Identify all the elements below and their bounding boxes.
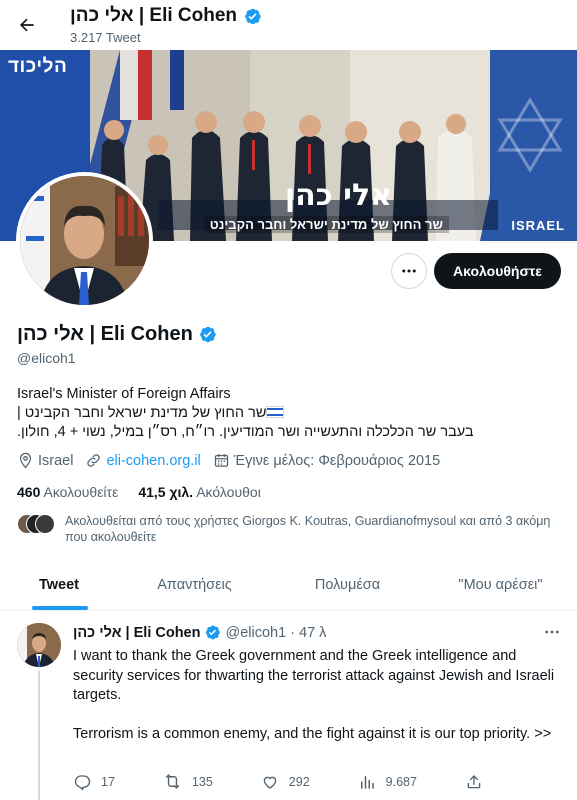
tweet-avatar[interactable] <box>17 623 61 667</box>
more-options-button[interactable] <box>391 253 427 289</box>
verified-badge-icon <box>243 7 262 26</box>
tweet-timestamp[interactable]: 47 λ <box>299 625 326 641</box>
followed-by-text: Ακολουθείται από τους χρήστες Giorgos K.… <box>65 514 551 544</box>
bio-line-english: Israel's Minister of Foreign Affairs <box>17 386 231 402</box>
tab-label: "Μου αρέσει" <box>458 577 543 593</box>
view-count: 9.687 <box>385 774 417 789</box>
retweet-icon <box>165 774 180 789</box>
tab-label: Απαντήσεις <box>157 577 232 593</box>
likud-logo: הליכוד <box>8 56 68 77</box>
thread-connector-line <box>38 671 40 800</box>
tweet-paragraph: Terrorism is a common enemy, and the fig… <box>73 726 552 742</box>
tweet-separator: · <box>290 624 295 641</box>
tweet-count: 3.217 Tweet <box>70 30 141 45</box>
website[interactable]: eli-cohen.org.il <box>85 452 201 469</box>
profile-avatar[interactable] <box>16 172 153 309</box>
more-horizontal-icon <box>402 269 416 273</box>
analytics-bars-icon <box>360 775 374 789</box>
share-button[interactable] <box>465 772 483 791</box>
followers-link[interactable]: 41,5 χιλ. Ακόλουθοι <box>138 484 261 500</box>
mutual-avatar <box>35 514 55 534</box>
banner-name-text: אלי כהן <box>284 178 392 213</box>
website-link[interactable]: eli-cohen.org.il <box>106 453 200 469</box>
reply-icon <box>74 774 91 790</box>
following-link[interactable]: 460 Ακολουθείτε <box>17 484 118 500</box>
profile-tabs: Tweet Απαντήσεις Πολυμέσα "Μου αρέσει" <box>0 560 577 611</box>
mutual-avatars <box>17 514 57 534</box>
share-icon <box>467 774 481 788</box>
tweet-text: I want to thank the Greek government and… <box>73 647 558 764</box>
followers-count: 41,5 χιλ. <box>138 484 194 500</box>
tweet[interactable]: אלי כהן | Eli Cohen @elicoh1 · 47 λ I wa… <box>0 612 577 800</box>
following-label: Ακολουθείτε <box>43 484 119 500</box>
verified-badge-icon[interactable] <box>198 325 217 344</box>
joined-date: Έγινε μέλος: Φεβρουάριος 2015 <box>213 452 440 469</box>
profile-display-name: אלי כהן | Eli Cohen <box>17 323 193 345</box>
reply-button[interactable]: 17 <box>73 772 115 791</box>
tweet-actions: 17 135 292 9.687 <box>73 772 483 791</box>
joined-text: Έγινε μέλος: Φεβρουάριος 2015 <box>233 452 441 469</box>
header-title: אלי כהן | Eli Cohen <box>70 5 262 27</box>
views-button[interactable]: 9.687 <box>358 772 417 791</box>
tab-likes[interactable]: "Μου αρέσει" <box>424 560 577 610</box>
arrow-left-icon <box>20 18 34 32</box>
more-horizontal-icon <box>545 630 559 634</box>
retweet-button[interactable]: 135 <box>163 772 213 791</box>
active-tab-indicator <box>32 606 88 610</box>
verified-badge-icon <box>204 624 221 641</box>
profile-handle: @elicoh1 <box>17 350 76 366</box>
followers-label: Ακόλουθοι <box>196 484 261 500</box>
tab-label: Tweet <box>38 577 80 593</box>
profile-bio: Israel's Minister of Foreign Affairs שר … <box>17 385 562 442</box>
tab-replies[interactable]: Απαντήσεις <box>118 560 271 610</box>
location-text: Israel <box>38 452 74 469</box>
israel-logo: ISRAEL <box>511 218 565 233</box>
bio-line-hebrew-title-text: שר החוץ של מדינת ישראל וחבר הקבינט | <box>17 405 267 421</box>
tab-media[interactable]: Πολυμέσα <box>271 560 424 610</box>
tweet-paragraph: I want to thank the Greek government and… <box>73 648 555 703</box>
location-pin-icon <box>19 452 32 469</box>
like-count: 292 <box>288 774 310 789</box>
avatar-portrait <box>20 176 149 305</box>
bio-line-hebrew-history: בעבר שר הכלכלה והתעשייה ושר המודיעין. רו… <box>17 424 474 440</box>
tweet-author-handle[interactable]: @elicoh1 <box>225 625 286 641</box>
tab-tweets[interactable]: Tweet <box>0 560 118 610</box>
tab-label: Πολυμέσα <box>314 577 381 593</box>
heart-icon <box>263 776 277 789</box>
bio-line-hebrew-title: שר החוץ של מדינת ישראל וחבר הקבינט | <box>17 404 562 423</box>
header-name: אלי כהן | Eli Cohen <box>70 5 238 26</box>
tweet-author-name[interactable]: אלי כהן | Eli Cohen <box>73 625 200 641</box>
follow-counts: 460 Ακολουθείτε 41,5 χιλ. Ακόλουθοι <box>17 484 261 500</box>
follow-button[interactable]: Ακολουθήστε <box>434 253 561 289</box>
reply-count: 17 <box>101 774 115 789</box>
profile-name: אלי כהן | Eli Cohen <box>17 323 217 346</box>
like-button[interactable]: 292 <box>261 772 310 791</box>
calendar-icon <box>214 454 228 467</box>
profile-header: אלי כהן | Eli Cohen 3.217 Tweet <box>0 0 577 50</box>
avatar-portrait <box>17 623 61 667</box>
israel-flag-icon <box>266 406 285 418</box>
profile-meta: Israel eli-cohen.org.il Έγινε μέλος: Φεβ… <box>17 452 452 469</box>
retweet-count: 135 <box>191 774 213 789</box>
following-count: 460 <box>17 484 41 500</box>
back-button[interactable] <box>10 8 44 42</box>
followers-you-know[interactable]: Ακολουθείται από τους χρήστες Giorgos K.… <box>17 513 562 545</box>
link-icon <box>87 454 101 467</box>
banner-caption: שר החוץ של מדינת ישראל וחבר הקבינט <box>203 216 449 233</box>
tweet-more-button[interactable] <box>540 622 564 642</box>
tweet-header: אלי כהן | Eli Cohen @elicoh1 · 47 λ <box>73 624 326 641</box>
location: Israel <box>17 452 73 469</box>
